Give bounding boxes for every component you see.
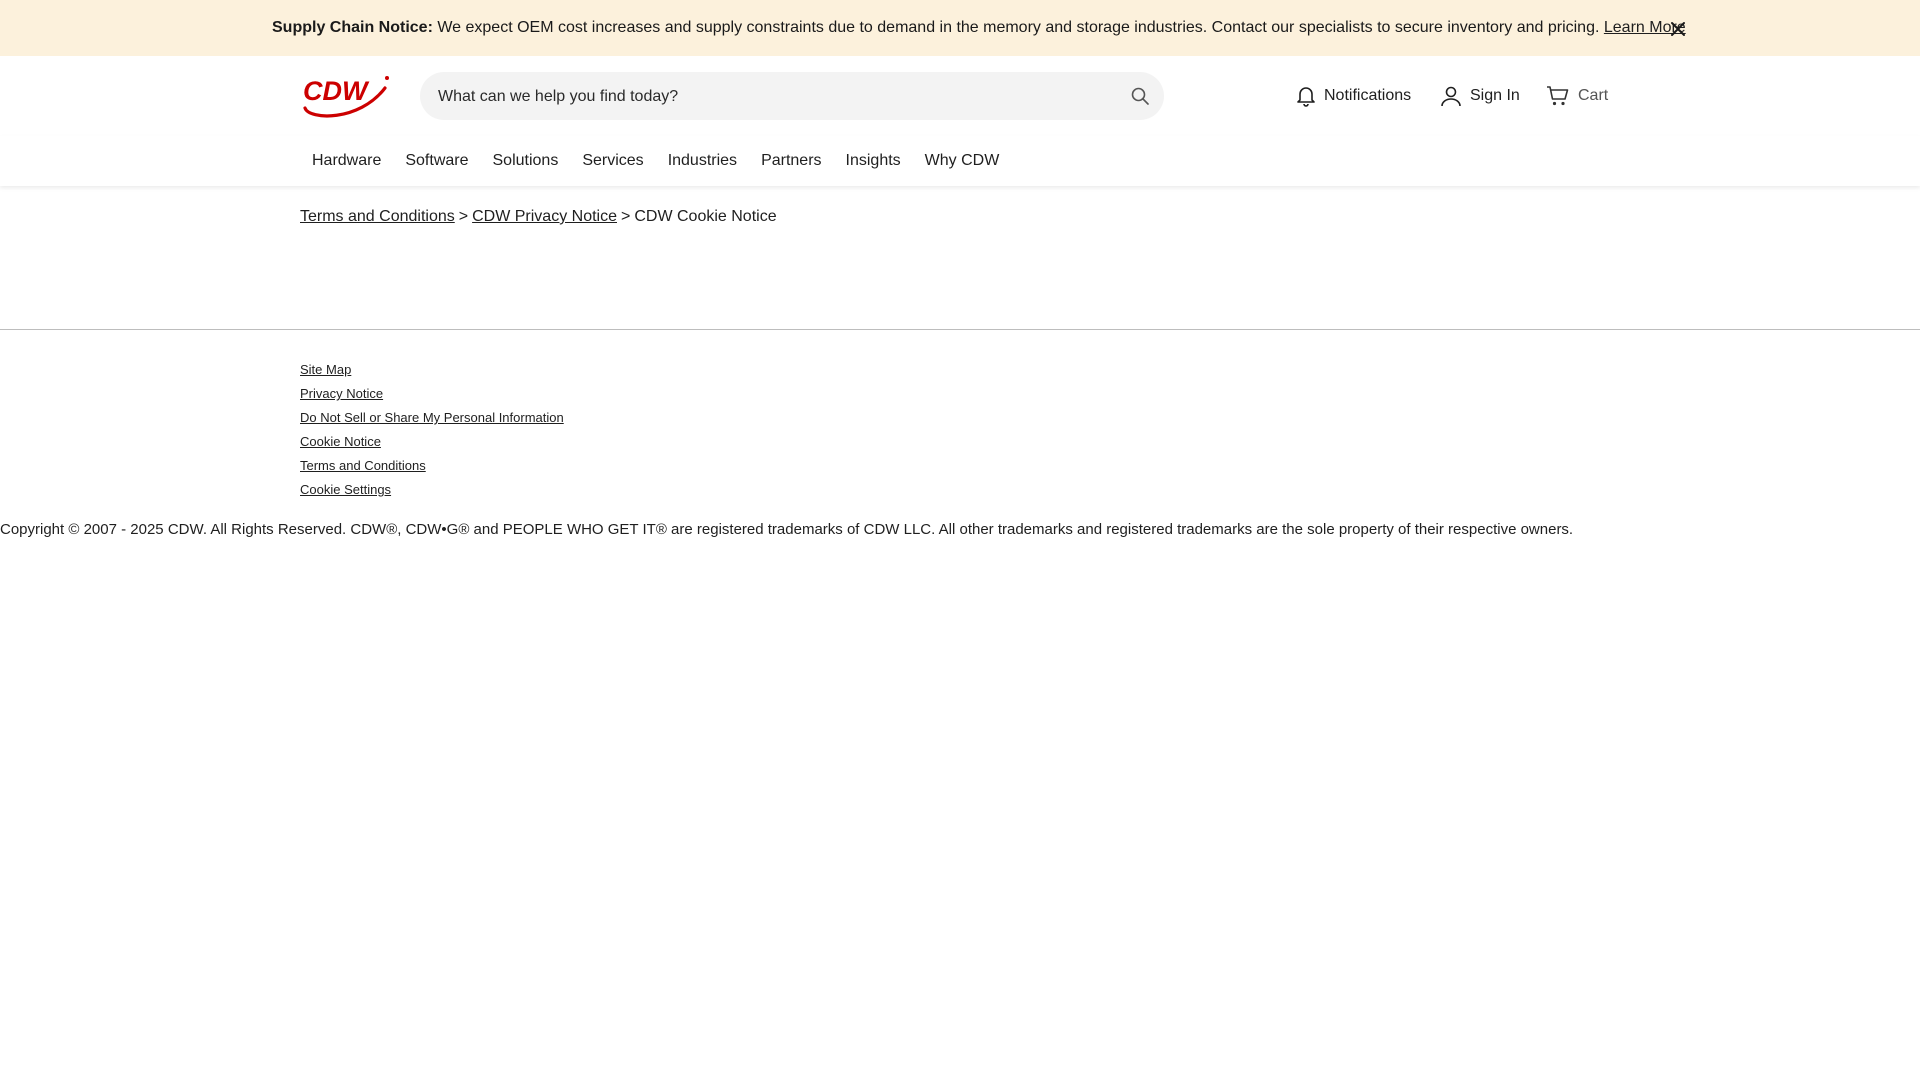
nav-item-software[interactable]: Software [405,152,468,170]
cdw-logo-link[interactable]: CDW [299,70,391,122]
banner-message: We expect OEM cost increases and supply … [432,19,1604,36]
banner-title: Supply Chain Notice: [272,19,433,36]
cdw-logo: CDW [303,76,389,118]
breadcrumb-terms-link[interactable]: Terms and Conditions [300,208,455,225]
search-input[interactable] [436,72,1120,122]
site-header: CDW Notifications Sign In Cart [0,56,1920,137]
nav-item-insights[interactable]: Insights [846,152,901,170]
nav-item-services[interactable]: Services [582,152,643,170]
nav-item-industries[interactable]: Industries [668,152,737,170]
nav-item-solutions[interactable]: Solutions [493,152,559,170]
banner-text: Supply Chain Notice: We expect OEM cost … [272,17,1686,39]
nav-item-hardware[interactable]: Hardware [312,152,381,170]
breadcrumb-separator: > [458,208,469,225]
search-bar [420,72,1164,122]
search-icon[interactable] [1130,86,1150,106]
footer-link-privacy-notice[interactable]: Privacy Notice [300,382,564,406]
banner-close-button[interactable] [1666,17,1690,41]
breadcrumb-privacy-link[interactable]: CDW Privacy Notice [472,208,617,225]
nav-item-why-cdw[interactable]: Why CDW [925,152,1000,170]
breadcrumb: Terms and Conditions > CDW Privacy Notice >… [300,206,777,228]
logo-text: CDW [303,76,370,106]
cart-button[interactable]: Cart [1546,84,1608,108]
footer-link-cookie-settings[interactable]: Cookie Settings [300,478,564,502]
main-nav: Hardware Software Solutions Services Ind… [0,136,1920,186]
footer-links: Site Map Privacy Notice Do Not Sell or S… [300,358,564,502]
sign-in-label: Sign In [1470,87,1520,104]
cart-label: Cart [1578,87,1609,104]
footer-divider [0,329,1920,330]
footer-link-site-map[interactable]: Site Map [300,358,564,382]
cart-icon [1547,86,1569,106]
breadcrumb-separator: > [621,208,631,225]
supply-chain-banner: Supply Chain Notice: We expect OEM cost … [0,0,1920,56]
main-nav-list: Hardware Software Solutions Services Ind… [312,136,1023,186]
nav-item-partners[interactable]: Partners [761,152,821,170]
sign-in-button[interactable]: Sign In [1440,84,1520,108]
footer-link-terms[interactable]: Terms and Conditions [300,454,564,478]
notifications-label: Notifications [1324,87,1412,104]
copyright-text: Copyright © 2007 - 2025 CDW. All Rights … [0,521,1574,538]
footer-link-do-not-sell[interactable]: Do Not Sell or Share My Personal Informa… [300,406,564,430]
bell-icon [1297,87,1315,107]
breadcrumb-current: CDW Cookie Notice [634,208,777,225]
notifications-button[interactable]: Notifications [1296,84,1411,108]
close-icon [1671,22,1685,36]
user-icon [1441,86,1461,107]
footer-link-cookie-notice[interactable]: Cookie Notice [300,430,564,454]
